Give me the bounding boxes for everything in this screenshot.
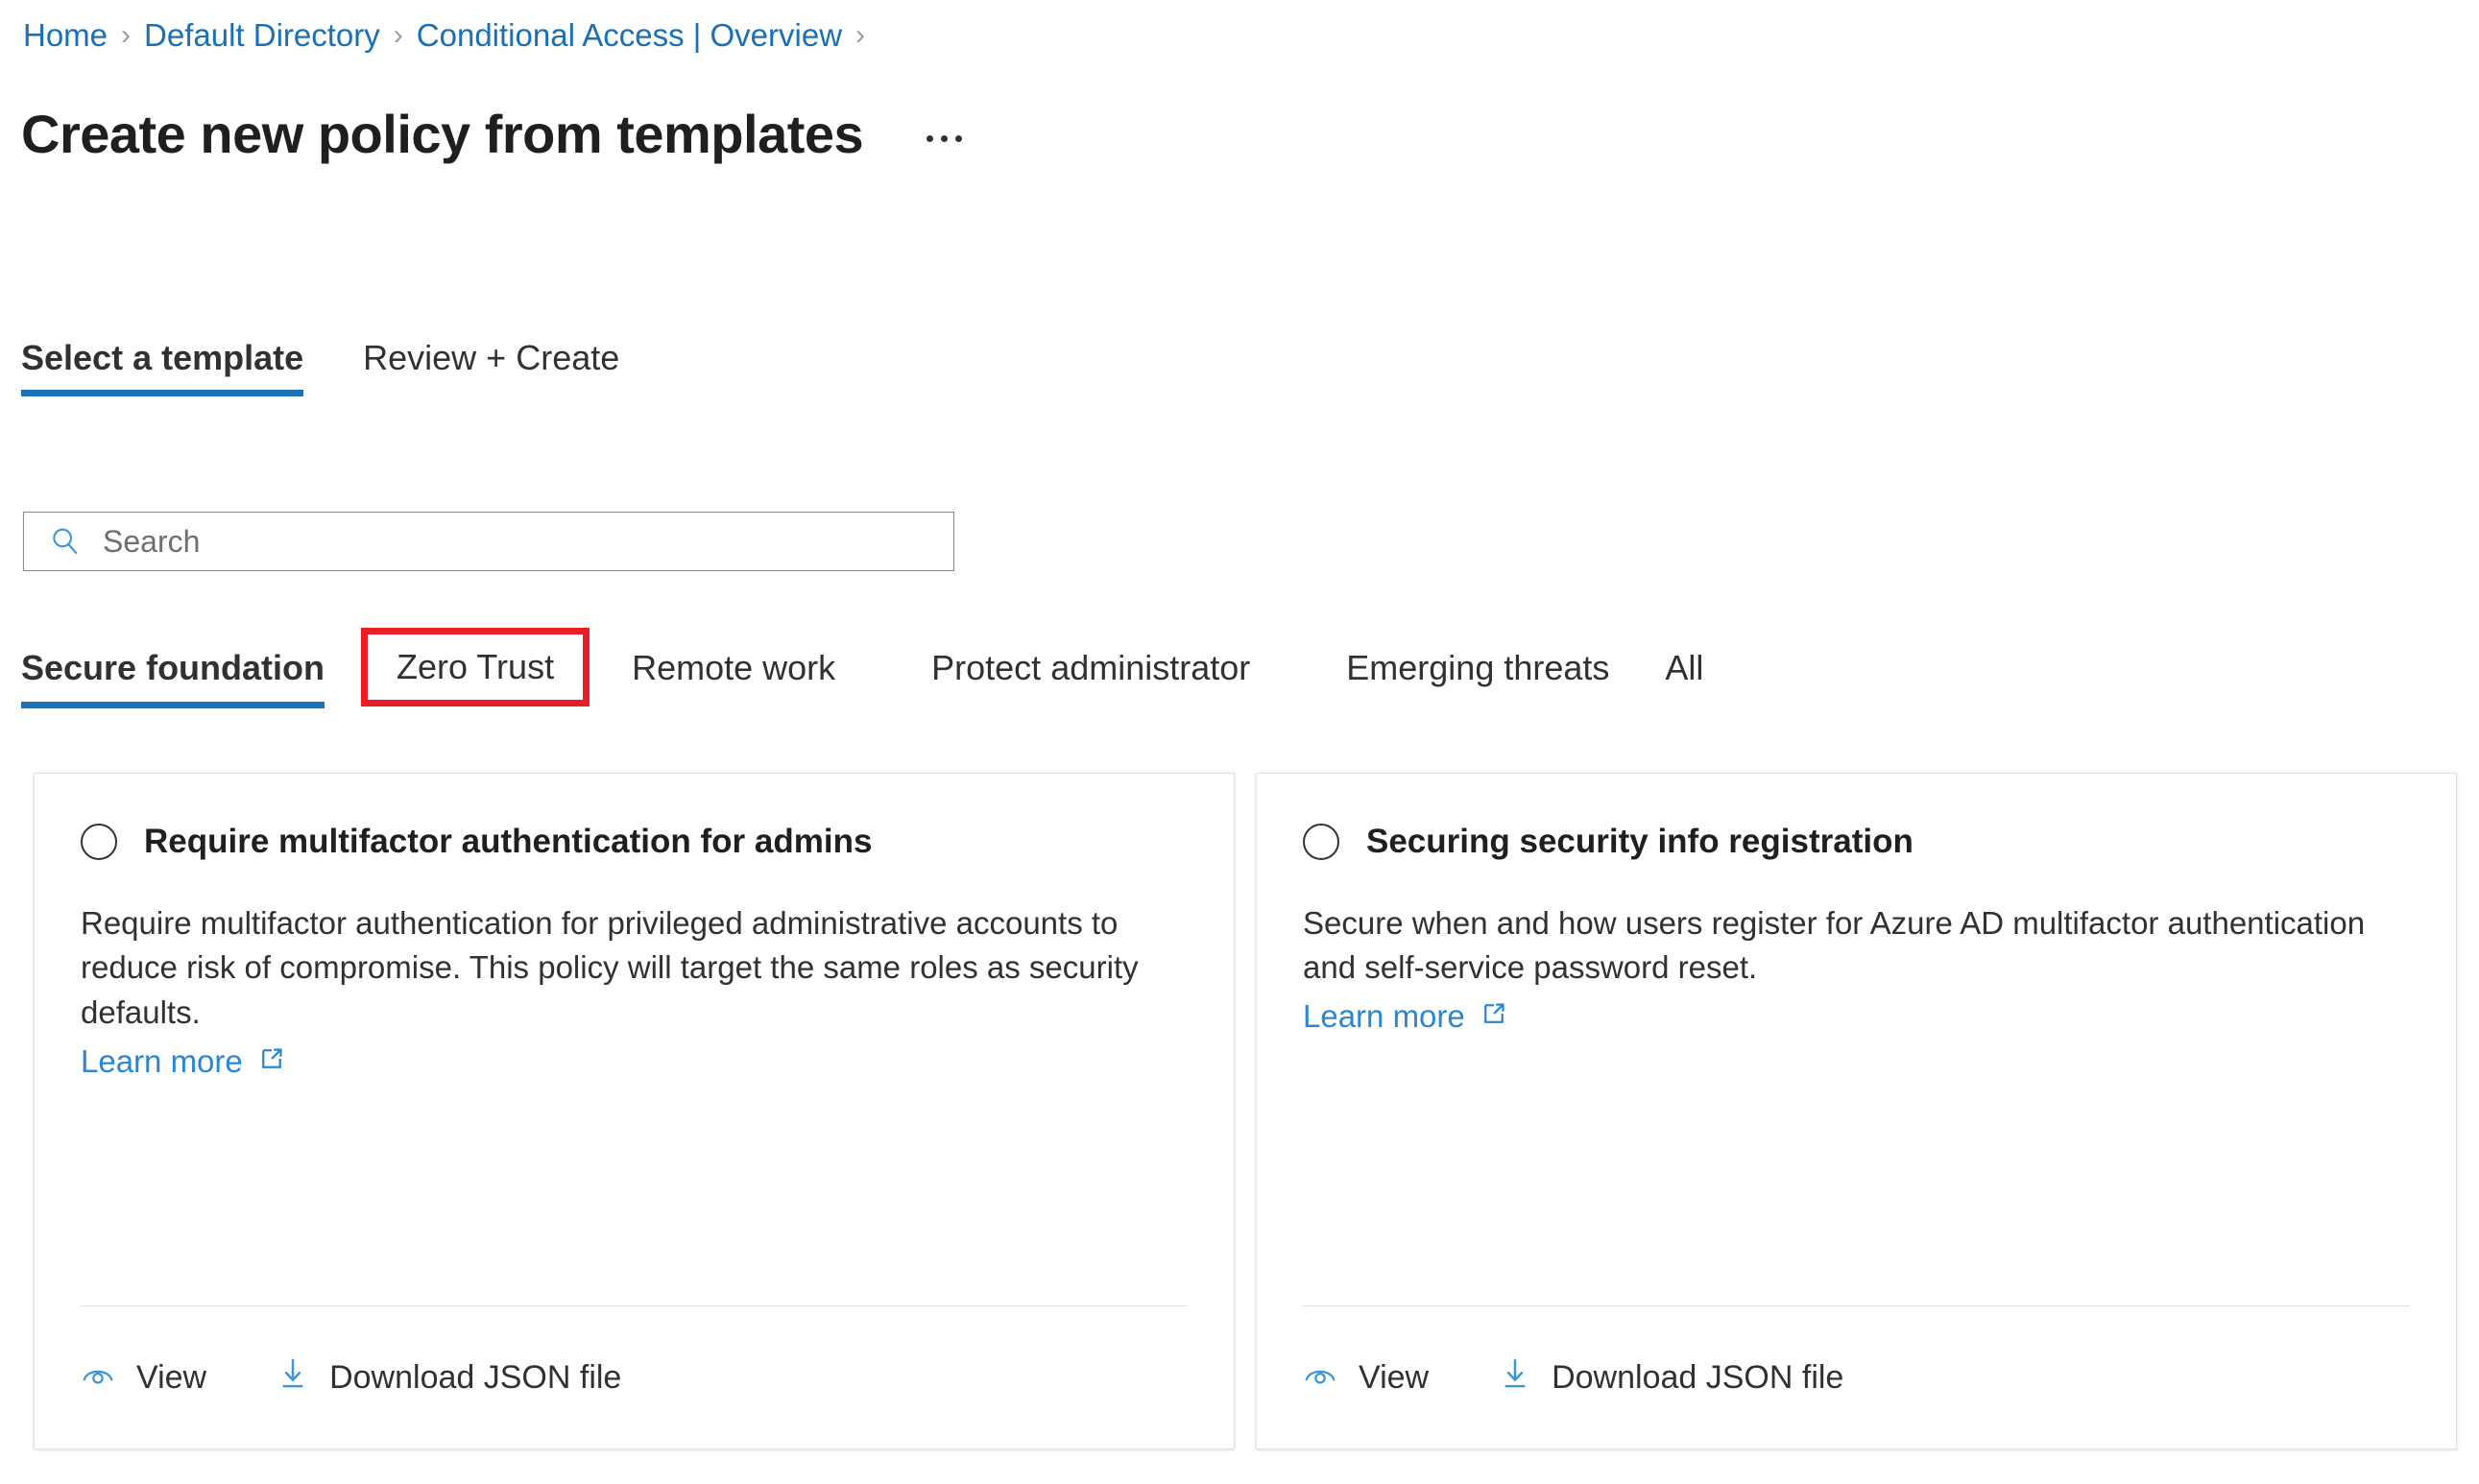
tab-select-a-template[interactable]: Select a template [21, 341, 303, 396]
step-tabs: Select a template Review + Create [21, 341, 619, 396]
card-title: Securing security info registration [1366, 824, 1913, 861]
category-tab-all[interactable]: All [1665, 635, 1703, 708]
page-title: Create new policy from templates [21, 108, 863, 161]
card-header: Securing security info registration [1257, 774, 2456, 861]
breadcrumb-item-conditional-access-overview[interactable]: Conditional Access | Overview [417, 19, 842, 51]
category-tab-secure-foundation[interactable]: Secure foundation [21, 635, 325, 708]
view-button[interactable]: View [81, 1359, 206, 1397]
card-header: Require multifactor authentication for a… [35, 774, 1234, 861]
template-radio-button[interactable] [81, 824, 117, 860]
search-box[interactable] [23, 512, 954, 571]
breadcrumb-item-default-directory[interactable]: Default Directory [144, 19, 380, 51]
learn-more-label: Learn more [1303, 996, 1465, 1038]
tab-review-create[interactable]: Review + Create [363, 341, 619, 396]
ellipsis-menu-icon[interactable] [921, 124, 968, 154]
card-body: Require multifactor authentication for p… [35, 861, 1234, 1306]
template-card-list: Require multifactor authentication for a… [34, 773, 2459, 1449]
annotation-highlight-box: Zero Trust [361, 628, 590, 706]
template-card[interactable]: Require multifactor authentication for a… [34, 773, 1235, 1449]
category-tabs: Secure foundation Zero Trust Remote work… [21, 635, 1703, 708]
card-title: Require multifactor authentication for a… [144, 824, 872, 861]
card-footer: View Download JSON file [35, 1306, 1234, 1448]
view-label: View [136, 1361, 206, 1394]
view-label: View [1359, 1361, 1429, 1394]
view-button[interactable]: View [1303, 1359, 1429, 1397]
card-description: Require multifactor authentication for p… [81, 901, 1156, 1037]
breadcrumb-separator: › [394, 21, 403, 50]
learn-more-link[interactable]: Learn more [81, 1041, 285, 1083]
template-card[interactable]: Securing security info registration Secu… [1256, 773, 2457, 1449]
external-link-icon [1480, 996, 1507, 1038]
search-icon [49, 525, 82, 558]
download-json-label: Download JSON file [1552, 1361, 1843, 1394]
category-tab-zero-trust[interactable]: Zero Trust [397, 650, 554, 684]
ellipsis-dot [955, 135, 962, 142]
download-json-label: Download JSON file [329, 1361, 621, 1394]
page-title-row: Create new policy from templates [21, 108, 968, 161]
breadcrumb-item-home[interactable]: Home [23, 19, 108, 51]
eye-icon [81, 1359, 115, 1397]
category-tab-emerging-threats[interactable]: Emerging threats [1346, 635, 1609, 708]
category-tab-protect-administrator[interactable]: Protect administrator [931, 635, 1250, 708]
download-icon [277, 1357, 308, 1399]
eye-icon [1303, 1359, 1337, 1397]
card-footer: View Download JSON file [1257, 1306, 2456, 1448]
breadcrumb-separator: › [121, 21, 131, 50]
template-radio-button[interactable] [1303, 824, 1339, 860]
download-icon [1500, 1357, 1530, 1399]
ellipsis-dot [927, 135, 933, 142]
breadcrumb-separator: › [855, 21, 865, 50]
breadcrumb: Home › Default Directory › Conditional A… [23, 19, 878, 51]
category-tab-remote-work[interactable]: Remote work [632, 635, 835, 708]
download-json-button[interactable]: Download JSON file [277, 1357, 621, 1399]
download-json-button[interactable]: Download JSON file [1500, 1357, 1843, 1399]
card-description: Secure when and how users register for A… [1303, 901, 2378, 992]
ellipsis-dot [941, 135, 948, 142]
external-link-icon [258, 1041, 285, 1083]
learn-more-link[interactable]: Learn more [1303, 996, 1507, 1038]
search-input[interactable] [103, 524, 893, 560]
card-body: Secure when and how users register for A… [1257, 861, 2456, 1306]
learn-more-label: Learn more [81, 1041, 243, 1083]
